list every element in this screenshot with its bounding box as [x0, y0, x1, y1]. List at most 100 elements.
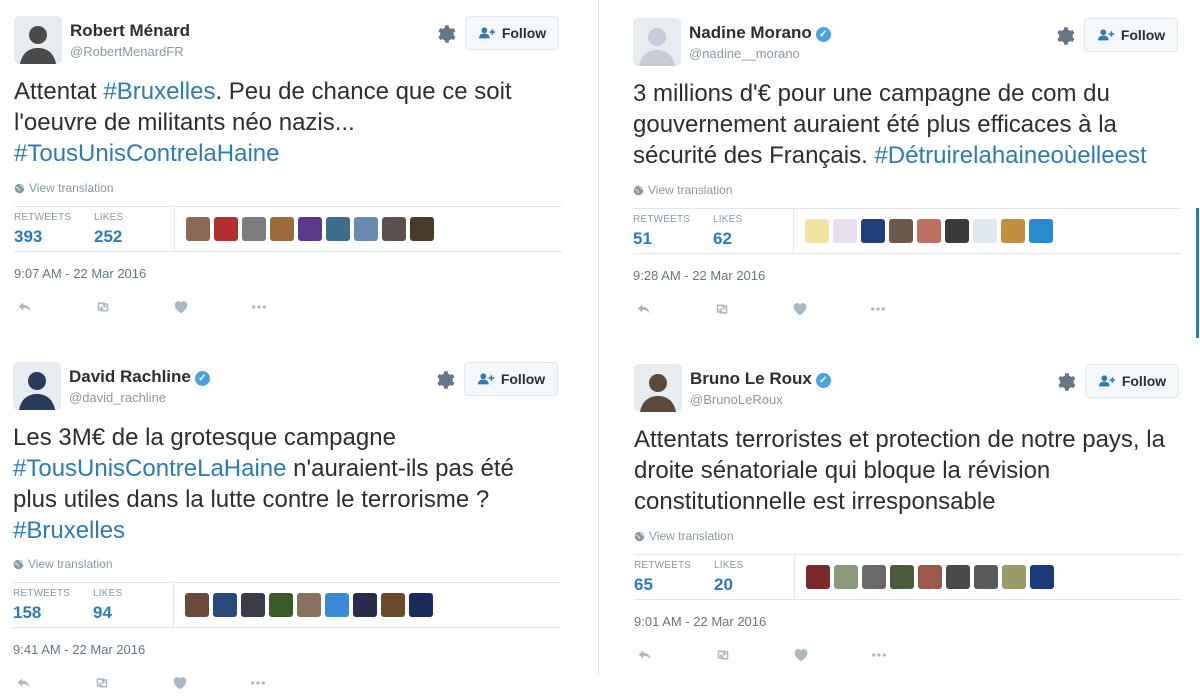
liker-avatar[interactable]	[298, 217, 322, 241]
tweet-timestamp[interactable]: 9:28 AM - 22 Mar 2016	[633, 268, 765, 283]
hashtag-link[interactable]: #TousUnisContreLaHaine	[13, 455, 287, 482]
likes-stat[interactable]: LIKES 20	[714, 560, 743, 595]
likes-label: LIKES	[714, 560, 744, 571]
liker-avatar[interactable]	[945, 219, 969, 243]
liker-avatar[interactable]	[354, 217, 378, 241]
liker-avatar[interactable]	[917, 219, 941, 243]
liker-avatar[interactable]	[946, 565, 970, 589]
liker-avatar[interactable]	[833, 219, 857, 243]
liker-avatar[interactable]	[1002, 565, 1026, 589]
reply-icon[interactable]	[16, 298, 94, 318]
tweet-stats: RETWEETS 51 LIKES 62	[633, 208, 1181, 254]
like-icon[interactable]	[791, 300, 869, 320]
display-name[interactable]: David Rachline ✓	[69, 367, 210, 387]
liker-avatar[interactable]	[806, 565, 830, 589]
reply-icon[interactable]	[15, 674, 93, 694]
liker-avatar[interactable]	[890, 565, 914, 589]
liker-avatar[interactable]	[381, 593, 405, 617]
liker-avatar[interactable]	[409, 593, 433, 617]
follow-button[interactable]: Follow	[1085, 364, 1179, 398]
globe-icon	[633, 185, 644, 196]
more-icon[interactable]	[869, 300, 947, 320]
like-icon[interactable]	[172, 298, 250, 318]
view-translation-link[interactable]: View translation	[14, 181, 114, 195]
display-name[interactable]: Bruno Le Roux ✓	[690, 369, 831, 389]
liker-avatar[interactable]	[862, 565, 886, 589]
retweet-icon[interactable]	[94, 298, 172, 318]
liker-avatar[interactable]	[241, 593, 265, 617]
user-handle[interactable]: @david_rachline	[69, 390, 166, 405]
follow-button[interactable]: Follow	[465, 16, 559, 50]
gear-icon[interactable]	[435, 23, 457, 45]
liker-avatar[interactable]	[382, 217, 406, 241]
liker-avatar[interactable]	[889, 219, 913, 243]
liker-avatar[interactable]	[269, 593, 293, 617]
liker-avatar[interactable]	[326, 217, 350, 241]
liker-avatar[interactable]	[974, 565, 998, 589]
view-translation-link[interactable]: View translation	[633, 183, 733, 197]
liker-avatar[interactable]	[213, 593, 237, 617]
liker-avatar[interactable]	[325, 593, 349, 617]
tweet-timestamp[interactable]: 9:01 AM - 22 Mar 2016	[634, 614, 766, 629]
liker-avatar[interactable]	[242, 217, 266, 241]
reply-icon[interactable]	[636, 646, 714, 666]
liker-avatar[interactable]	[185, 593, 209, 617]
hashtag-link[interactable]: #Bruxelles	[103, 78, 215, 105]
liker-avatar[interactable]	[973, 219, 997, 243]
follow-icon	[1097, 28, 1115, 42]
liker-avatar[interactable]	[410, 217, 434, 241]
tweet-timestamp[interactable]: 9:07 AM - 22 Mar 2016	[14, 266, 146, 281]
user-handle[interactable]: @BrunoLeRoux	[690, 392, 783, 407]
likes-stat[interactable]: LIKES 252	[94, 212, 123, 247]
liker-avatar[interactable]	[270, 217, 294, 241]
liker-avatar[interactable]	[297, 593, 321, 617]
tweet-timestamp[interactable]: 9:41 AM - 22 Mar 2016	[13, 642, 145, 657]
user-handle[interactable]: @nadine__morano	[689, 46, 800, 61]
gear-icon[interactable]	[1055, 371, 1077, 393]
avatar[interactable]	[633, 18, 681, 66]
follow-button[interactable]: Follow	[1084, 18, 1178, 52]
retweets-stat[interactable]: RETWEETS 51	[633, 214, 690, 249]
retweets-label: RETWEETS	[13, 588, 71, 599]
avatar[interactable]	[13, 362, 61, 410]
liker-avatar[interactable]	[186, 217, 210, 241]
view-translation-link[interactable]: View translation	[13, 557, 113, 571]
liker-avatar[interactable]	[834, 565, 858, 589]
likes-stat[interactable]: LIKES 94	[93, 588, 122, 623]
more-icon[interactable]	[249, 674, 327, 694]
display-name[interactable]: Nadine Morano ✓	[689, 23, 831, 43]
retweets-stat[interactable]: RETWEETS 158	[13, 588, 70, 623]
liker-avatar[interactable]	[1001, 219, 1025, 243]
like-icon[interactable]	[792, 646, 870, 666]
liker-avatar[interactable]	[214, 217, 238, 241]
display-name[interactable]: Robert Ménard	[70, 21, 190, 41]
liker-avatar[interactable]	[861, 219, 885, 243]
retweets-stat[interactable]: RETWEETS 393	[14, 212, 71, 247]
avatar[interactable]	[634, 364, 682, 412]
liker-avatar[interactable]	[1030, 565, 1054, 589]
retweet-icon[interactable]	[93, 674, 171, 694]
reply-icon[interactable]	[635, 300, 713, 320]
likers-avatars	[185, 593, 433, 617]
gear-icon[interactable]	[1054, 25, 1076, 47]
liker-avatar[interactable]	[918, 565, 942, 589]
liker-avatar[interactable]	[805, 219, 829, 243]
liker-avatar[interactable]	[1029, 219, 1053, 243]
hashtag-link[interactable]: #Détruirelahaineoùelleest	[874, 142, 1146, 169]
like-icon[interactable]	[171, 674, 249, 694]
retweet-icon[interactable]	[714, 646, 792, 666]
retweet-icon[interactable]	[713, 300, 791, 320]
liker-avatar[interactable]	[353, 593, 377, 617]
likes-stat[interactable]: LIKES 62	[713, 214, 742, 249]
user-handle[interactable]: @RobertMenardFR	[70, 44, 184, 59]
gear-icon[interactable]	[434, 369, 456, 391]
hashtag-link[interactable]: #Bruxelles	[13, 517, 125, 544]
retweets-stat[interactable]: RETWEETS 65	[634, 560, 691, 595]
view-translation-link[interactable]: View translation	[634, 529, 734, 543]
more-icon[interactable]	[250, 298, 328, 318]
globe-icon	[634, 531, 645, 542]
more-icon[interactable]	[870, 646, 948, 666]
follow-button[interactable]: Follow	[464, 362, 558, 396]
avatar[interactable]	[14, 16, 62, 64]
hashtag-link[interactable]: #TousUnisContrelaHaine	[14, 140, 279, 167]
